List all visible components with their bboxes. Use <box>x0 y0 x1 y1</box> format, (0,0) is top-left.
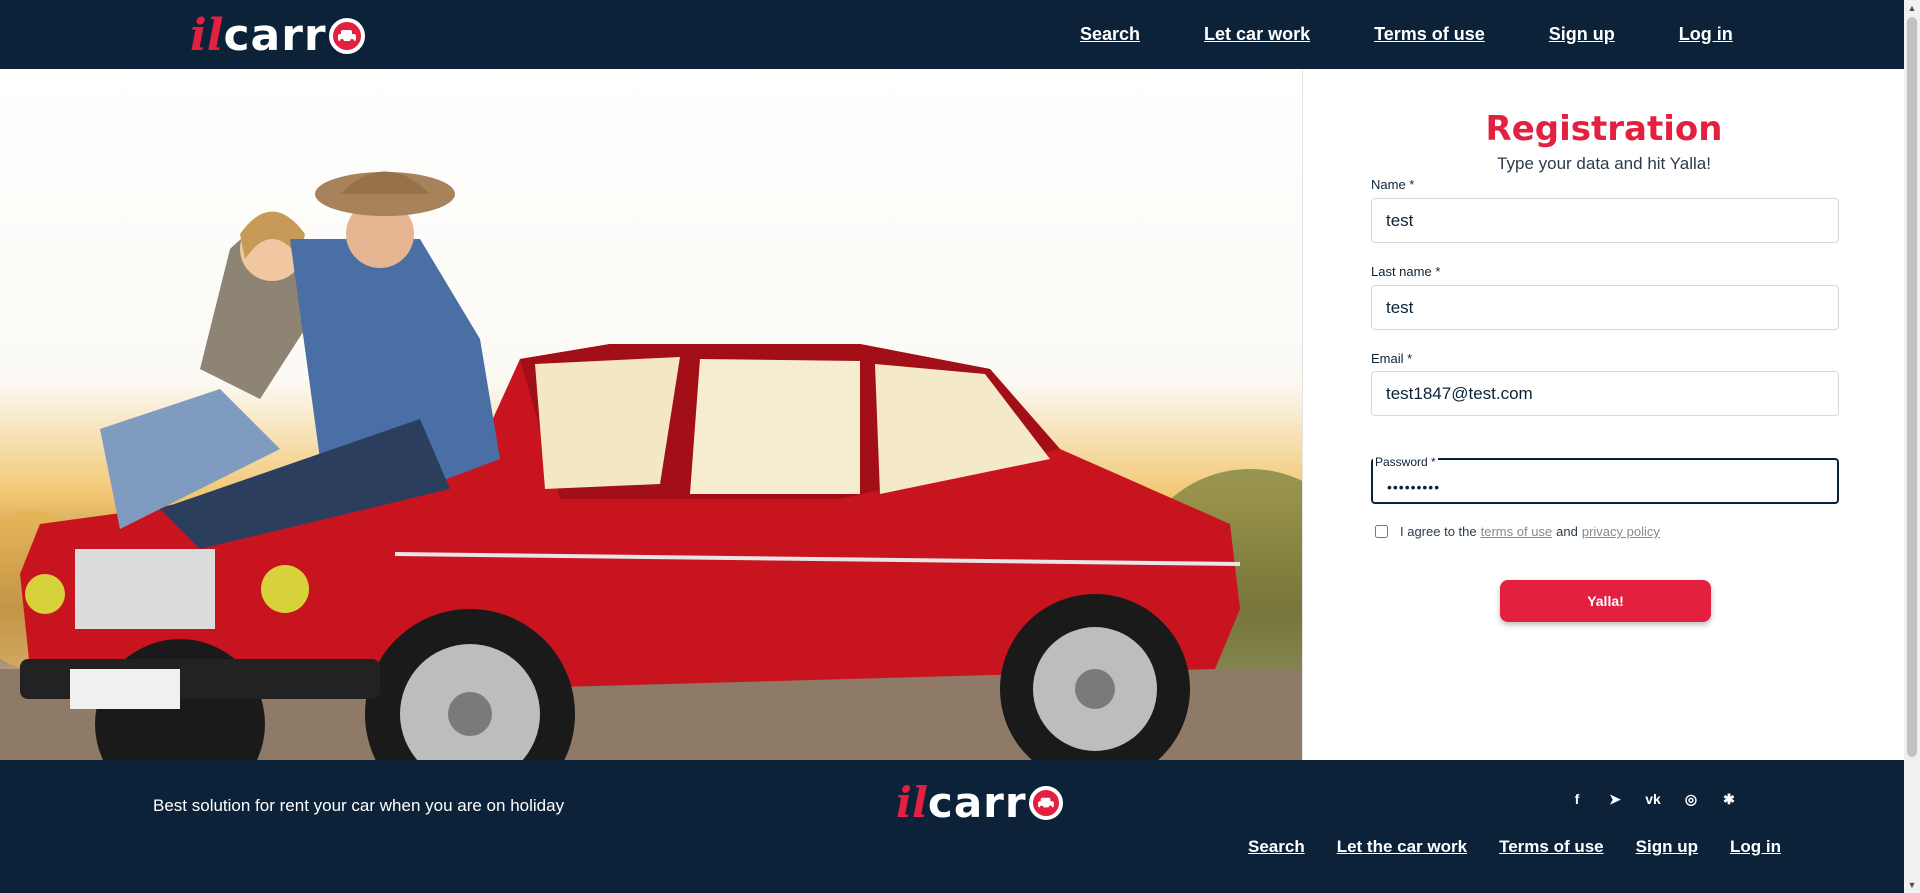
footer-nav-terms-of-use[interactable]: Terms of use <box>1499 837 1604 857</box>
name-label: Name * <box>1371 177 1415 192</box>
footer-logo-il-text: il <box>896 778 928 827</box>
last-name-input[interactable] <box>1371 285 1839 330</box>
privacy-policy-link[interactable]: privacy policy <box>1582 524 1660 539</box>
nav-let-car-work[interactable]: Let car work <box>1204 24 1310 45</box>
agree-prefix-text: I agree to the <box>1400 524 1477 539</box>
header-nav: Search Let car work Terms of use Sign up… <box>1080 0 1733 69</box>
social-icons: f ➤ vk ◎ ✱ <box>1568 790 1738 808</box>
footer-logo[interactable]: il carr <box>896 778 1063 827</box>
footer-nav-log-in[interactable]: Log in <box>1730 837 1781 857</box>
scrollbar-thumb[interactable] <box>1907 17 1917 757</box>
password-label: Password * <box>1373 455 1438 469</box>
password-input[interactable] <box>1371 458 1839 504</box>
top-header: il carr Search Let car work Terms of use … <box>0 0 1904 69</box>
agree-row: I agree to the terms of use and privacy … <box>1375 524 1664 539</box>
slack-icon[interactable]: ✱ <box>1720 790 1738 808</box>
header-logo[interactable]: il carr <box>190 10 365 61</box>
footer-nav-sign-up[interactable]: Sign up <box>1636 837 1698 857</box>
terms-of-use-link[interactable]: terms of use <box>1481 524 1553 539</box>
footer-tagline: Best solution for rent your car when you… <box>153 796 565 815</box>
yalla-submit-button[interactable]: Yalla! <box>1500 580 1711 622</box>
logo-car-icon <box>328 17 365 54</box>
footer-nav: Search Let the car work Terms of use Sig… <box>1248 832 1781 862</box>
nav-log-in[interactable]: Log in <box>1679 24 1733 45</box>
last-name-label: Last name * <box>1371 264 1441 279</box>
nav-terms-of-use[interactable]: Terms of use <box>1374 24 1485 45</box>
vk-icon[interactable]: vk <box>1644 790 1662 808</box>
name-input[interactable] <box>1371 198 1839 243</box>
registration-title: Registration <box>1485 109 1723 149</box>
email-label: Email * <box>1371 351 1413 366</box>
logo-il-text: il <box>190 10 224 61</box>
page-scrollbar[interactable]: ▲ ▼ <box>1904 0 1920 893</box>
registration-panel: Registration Type your data and hit Yall… <box>1302 69 1904 760</box>
red-car-couple-illustration <box>0 171 1302 760</box>
footer-nav-search[interactable]: Search <box>1248 837 1305 857</box>
agree-checkbox[interactable] <box>1375 525 1388 538</box>
telegram-icon[interactable]: ➤ <box>1606 790 1624 808</box>
scroll-up-arrow-icon[interactable]: ▲ <box>1904 0 1920 16</box>
scroll-down-arrow-icon[interactable]: ▼ <box>1904 877 1920 893</box>
footer-logo-car-icon <box>1028 785 1063 820</box>
nav-sign-up[interactable]: Sign up <box>1549 24 1615 45</box>
footer-logo-carr-text: carr <box>927 778 1027 827</box>
nav-search[interactable]: Search <box>1080 24 1140 45</box>
registration-subtitle: Type your data and hit Yalla! <box>1497 154 1711 173</box>
facebook-icon[interactable]: f <box>1568 790 1586 808</box>
hero-image <box>0 69 1302 760</box>
page-footer: Best solution for rent your car when you… <box>0 760 1904 893</box>
instagram-icon[interactable]: ◎ <box>1682 790 1700 808</box>
footer-nav-let-the-car-work[interactable]: Let the car work <box>1337 837 1467 857</box>
logo-carr-text: carr <box>223 10 327 61</box>
agree-and-text: and <box>1556 524 1578 539</box>
email-input[interactable] <box>1371 371 1839 416</box>
